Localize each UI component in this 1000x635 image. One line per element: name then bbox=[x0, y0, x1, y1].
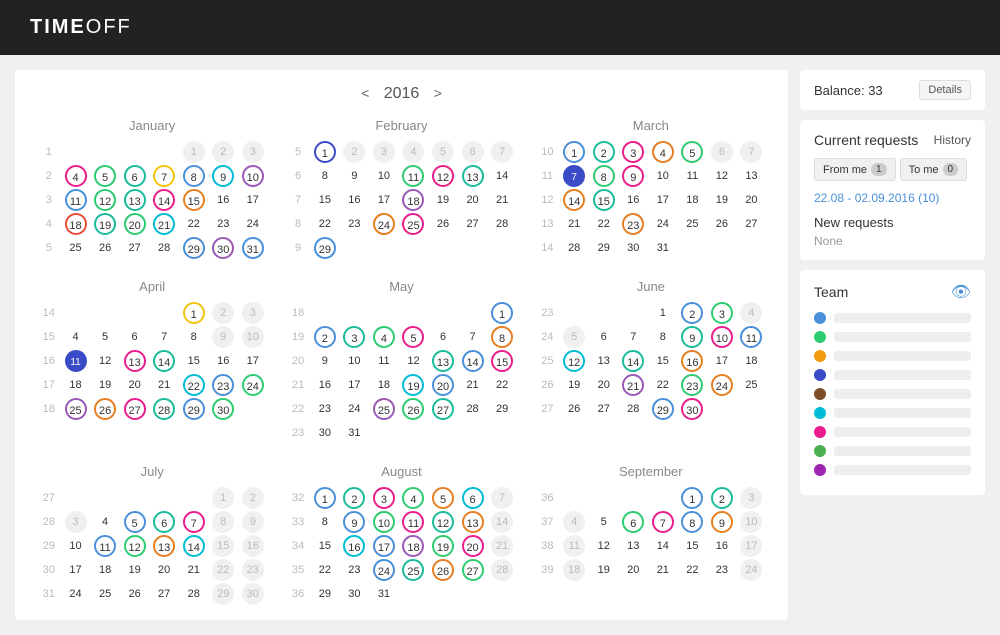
details-button[interactable]: Details bbox=[919, 80, 971, 100]
requests-card: Current requests History From me 1 To me… bbox=[800, 120, 985, 260]
year-nav: < 2016 > bbox=[35, 85, 768, 103]
member-name bbox=[834, 465, 971, 475]
month-name-june: June bbox=[534, 279, 768, 294]
list-item bbox=[814, 388, 971, 400]
logo-off: OFF bbox=[86, 16, 132, 38]
list-item bbox=[814, 445, 971, 457]
list-item bbox=[814, 350, 971, 362]
member-color-dot bbox=[814, 407, 826, 419]
list-item bbox=[814, 369, 971, 381]
balance-card: Balance: 33 Details bbox=[800, 70, 985, 110]
month-january: January 1 1 2 3 2 4 5 6 7 8 9 bbox=[35, 118, 269, 259]
member-color-dot bbox=[814, 331, 826, 343]
team-title: Team bbox=[814, 284, 848, 300]
request-tabs: From me 1 To me 0 bbox=[814, 158, 971, 181]
month-name-july: July bbox=[35, 464, 269, 479]
member-color-dot bbox=[814, 464, 826, 476]
month-name-august: August bbox=[284, 464, 518, 479]
month-name-february: February bbox=[284, 118, 518, 133]
list-item bbox=[814, 464, 971, 476]
month-march: March 10 1 2 3 4 5 6 7 11 7 8 9 10 11 12 bbox=[534, 118, 768, 259]
history-button[interactable]: History bbox=[934, 133, 971, 147]
member-color-dot bbox=[814, 369, 826, 381]
to-me-label: To me bbox=[909, 164, 939, 176]
member-color-dot bbox=[814, 426, 826, 438]
month-name-march: March bbox=[534, 118, 768, 133]
list-item bbox=[814, 312, 971, 324]
list-item bbox=[814, 407, 971, 419]
to-me-badge: 0 bbox=[943, 163, 959, 176]
month-name-january: January bbox=[35, 118, 269, 133]
team-card: Team 👁 bbox=[800, 270, 985, 495]
month-june: June 23 1 2 3 4 24 5 6 7 8 9 10 bbox=[534, 279, 768, 444]
no-requests-text: None bbox=[814, 234, 971, 248]
member-color-dot bbox=[814, 388, 826, 400]
member-name bbox=[834, 389, 971, 399]
month-july: July 27 1 2 28 3 4 5 6 7 8 bbox=[35, 464, 269, 605]
member-name bbox=[834, 446, 971, 456]
month-name-may: May bbox=[284, 279, 518, 294]
member-name bbox=[834, 370, 971, 380]
month-name-april: April bbox=[35, 279, 269, 294]
member-name bbox=[834, 313, 971, 323]
logo-time: TIME bbox=[30, 16, 86, 38]
team-header: Team 👁 bbox=[814, 282, 971, 302]
top-bar: TIMEOFF bbox=[0, 0, 1000, 55]
member-color-dot bbox=[814, 445, 826, 457]
month-name-september: September bbox=[534, 464, 768, 479]
member-color-dot bbox=[814, 350, 826, 362]
month-april: April 14 1 2 3 15 4 5 6 7 8 9 bbox=[35, 279, 269, 444]
list-item bbox=[814, 426, 971, 438]
calendar-panel: < 2016 > January 1 1 2 3 2 4 5 bbox=[15, 70, 788, 620]
member-color-dot bbox=[814, 312, 826, 324]
requests-title: Current requests bbox=[814, 132, 918, 148]
from-me-tab[interactable]: From me 1 bbox=[814, 158, 896, 181]
member-name bbox=[834, 332, 971, 342]
new-requests-title: New requests bbox=[814, 215, 971, 230]
member-name bbox=[834, 427, 971, 437]
requests-header: Current requests History bbox=[814, 132, 971, 148]
request-link[interactable]: 22.08 - 02.09.2016 (10) bbox=[814, 191, 971, 205]
to-me-tab[interactable]: To me 0 bbox=[900, 158, 968, 181]
eye-icon[interactable]: 👁 bbox=[951, 282, 971, 302]
member-name bbox=[834, 351, 971, 361]
logo: TIMEOFF bbox=[30, 16, 132, 39]
month-august: August 32 1 2 3 4 5 6 7 33 8 9 10 11 12 bbox=[284, 464, 518, 605]
from-me-badge: 1 bbox=[871, 163, 887, 176]
months-grid: January 1 1 2 3 2 4 5 6 7 8 9 bbox=[35, 118, 768, 605]
balance-label: Balance: 33 bbox=[814, 83, 883, 98]
member-name bbox=[834, 408, 971, 418]
prev-year-button[interactable]: < bbox=[361, 85, 369, 101]
current-year: 2016 bbox=[384, 85, 420, 102]
next-year-button[interactable]: > bbox=[434, 85, 442, 101]
month-may: May 18 1 19 2 3 4 5 6 7 bbox=[284, 279, 518, 444]
from-me-label: From me bbox=[823, 164, 867, 176]
month-february: February 5 1 2 3 4 5 6 7 6 8 9 10 11 12 bbox=[284, 118, 518, 259]
month-september: September 36 1 2 3 37 4 5 6 7 8 9 bbox=[534, 464, 768, 605]
sidebar: Balance: 33 Details Current requests His… bbox=[800, 70, 985, 620]
list-item bbox=[814, 331, 971, 343]
